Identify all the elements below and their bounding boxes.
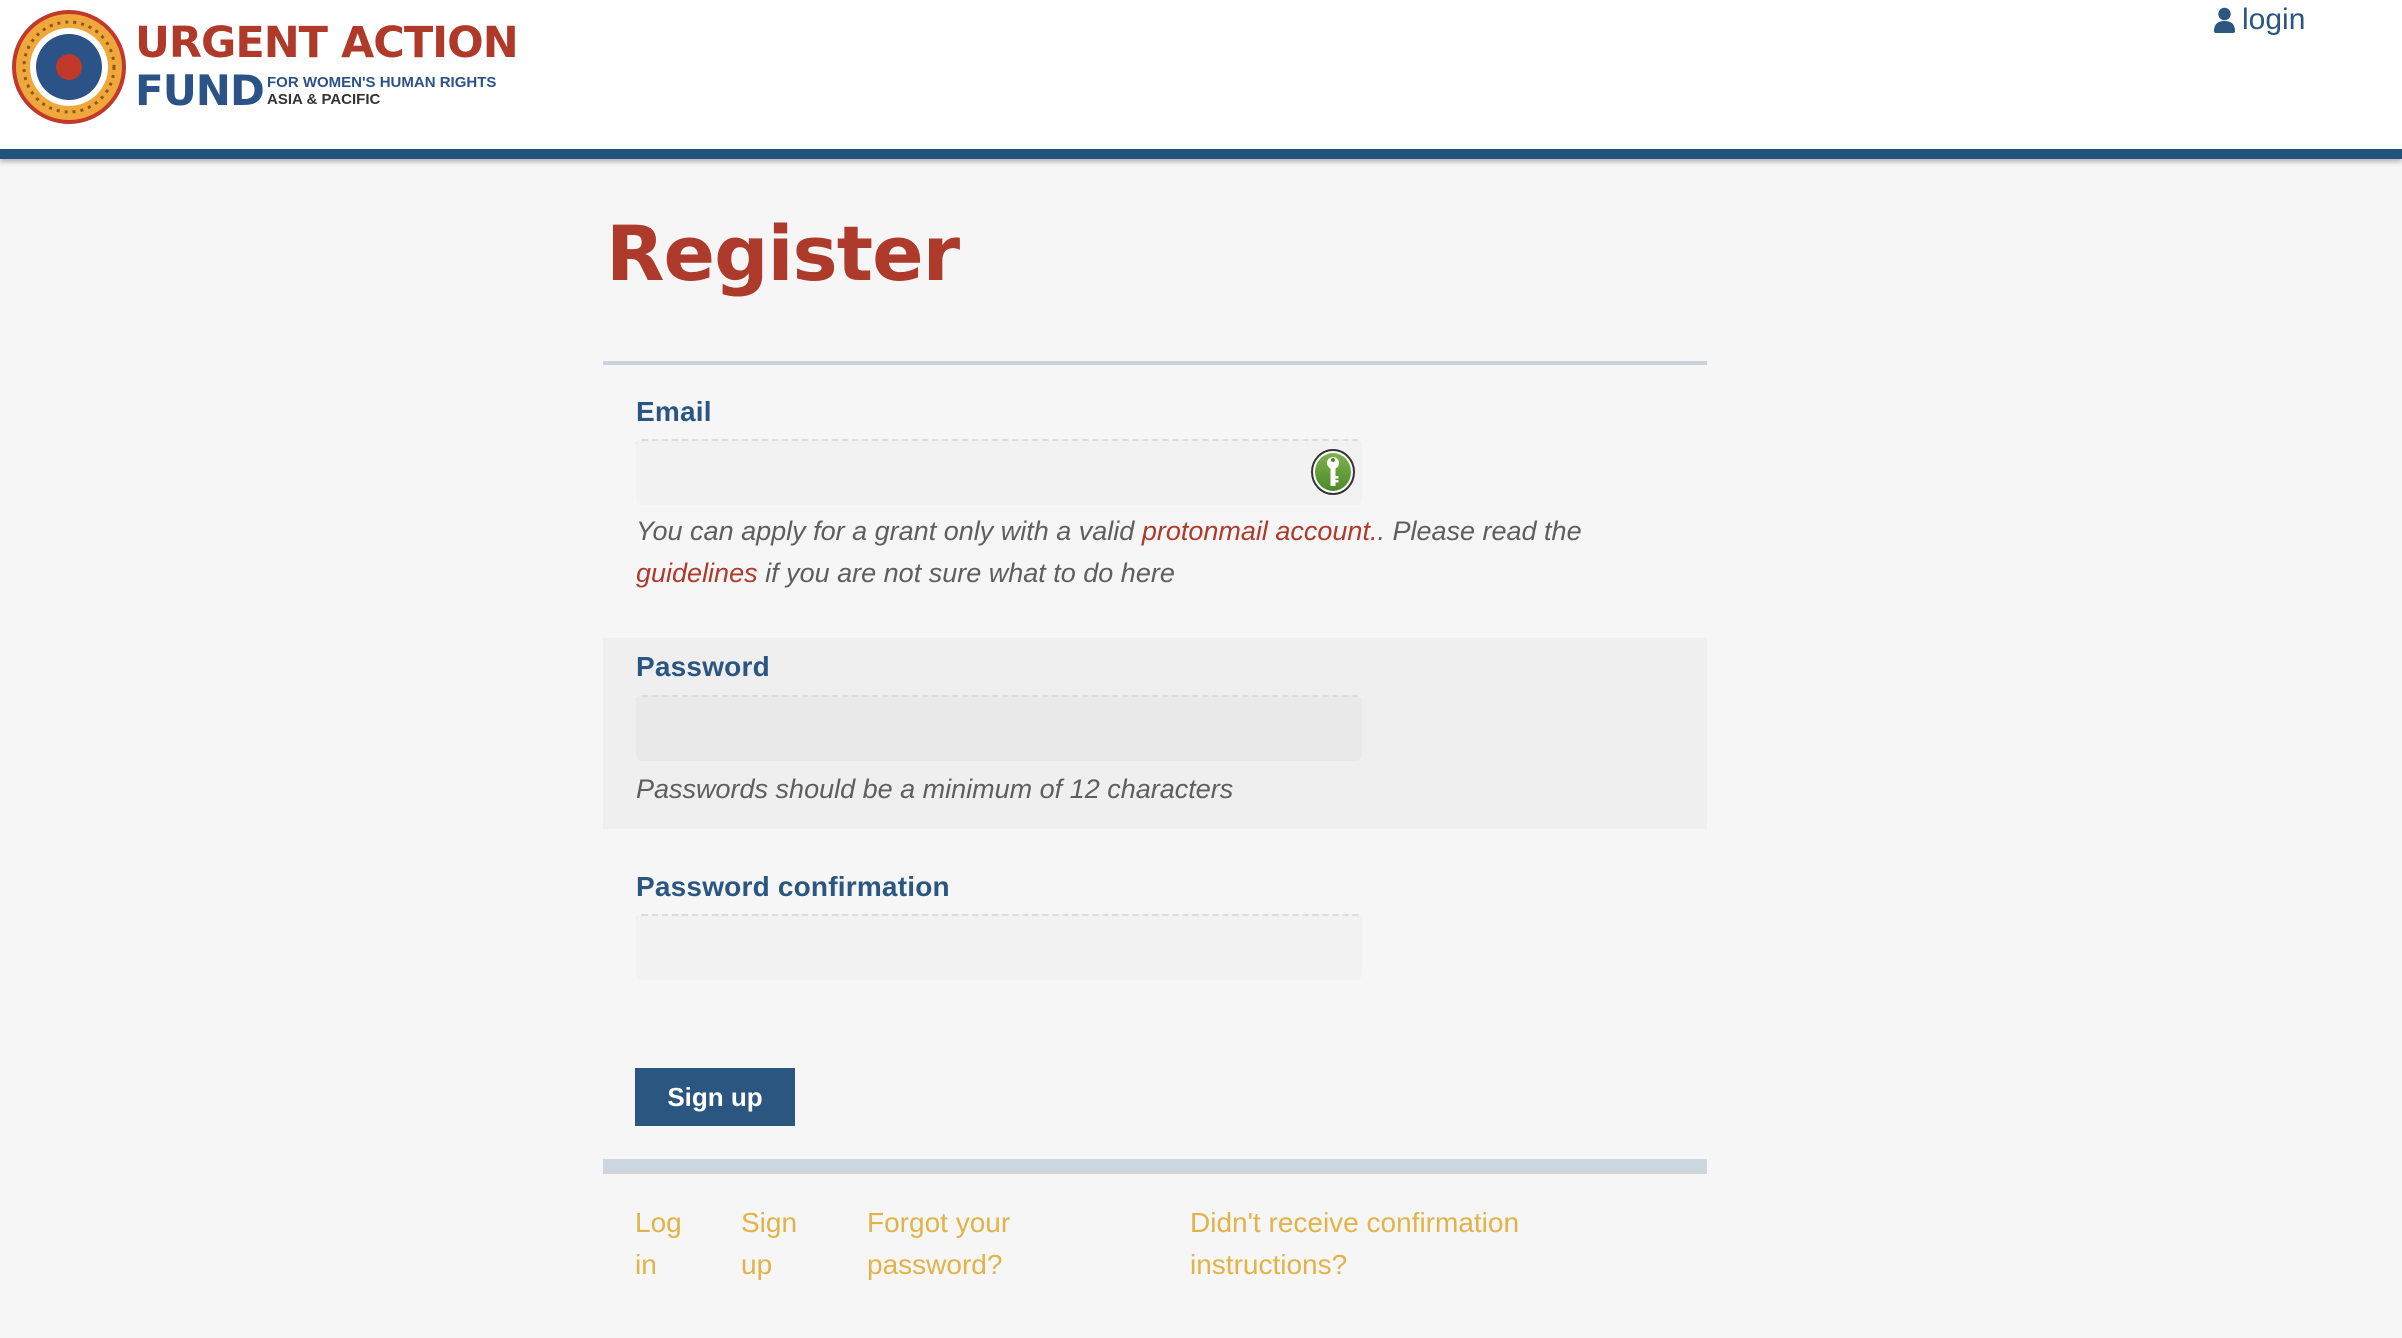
- login-link[interactable]: login: [2214, 2, 2305, 38]
- user-icon: [2214, 7, 2235, 33]
- password-field-group: Password Passwords should be a minimum o…: [603, 638, 1707, 829]
- logo-text-primary: URGENT ACTION: [135, 18, 519, 68]
- footer-link-line1: Log: [635, 1207, 682, 1238]
- email-hint: You can apply for a grant only with a va…: [636, 510, 1716, 594]
- sign-up-button[interactable]: Sign up: [635, 1068, 795, 1126]
- footer-forgot-password-link[interactable]: Forgot your password?: [867, 1202, 1010, 1286]
- title-divider: [603, 361, 1707, 365]
- footer-divider: [603, 1159, 1707, 1174]
- logo-tagline-line1: FOR WOMEN'S HUMAN RIGHTS: [267, 74, 497, 91]
- email-label: Email: [636, 396, 712, 427]
- footer-log-in-link[interactable]: Log in: [635, 1202, 682, 1286]
- password-hint: Passwords should be a minimum of 12 char…: [636, 774, 1234, 804]
- password-label: Password: [636, 651, 770, 682]
- logo-tagline-line2: ASIA & PACIFIC: [267, 91, 381, 108]
- footer-link-line1: Forgot your: [867, 1207, 1011, 1238]
- footer-link-line2: instructions?: [1190, 1249, 1348, 1280]
- page-title: Register: [606, 209, 960, 298]
- login-label: login: [2242, 3, 2306, 36]
- password-confirmation-label: Password confirmation: [636, 871, 950, 902]
- email-field[interactable]: [636, 439, 1362, 505]
- password-field[interactable]: [636, 695, 1362, 761]
- logo-text-secondary: FUND: [135, 66, 265, 115]
- protonmail-account-link[interactable]: protonmail account.: [1142, 516, 1378, 546]
- footer-link-line1: Sign: [741, 1207, 798, 1238]
- logo-tagline: FOR WOMEN'S HUMAN RIGHTS ASIA & PACIFIC: [267, 74, 496, 108]
- password-manager-key-icon[interactable]: [1309, 448, 1357, 496]
- footer-link-line1: Didn't receive confirmation: [1190, 1207, 1520, 1238]
- email-hint-prefix: You can apply for a grant only with a va…: [636, 516, 1142, 546]
- guidelines-link[interactable]: guidelines: [636, 558, 758, 588]
- footer-link-line2: in: [635, 1249, 657, 1280]
- header-accent-bar: [0, 149, 2402, 159]
- email-hint-suffix: if you are not sure what to do here: [757, 558, 1175, 588]
- logo[interactable]: URGENT ACTION FUND FOR WOMEN'S HUMAN RIG…: [10, 8, 519, 126]
- footer-link-line2: password?: [867, 1249, 1003, 1280]
- logo-emblem-icon: [12, 10, 126, 124]
- footer-resend-confirmation-link[interactable]: Didn't receive confirmation instructions…: [1190, 1202, 1519, 1286]
- password-confirmation-field[interactable]: [636, 914, 1362, 980]
- footer-link-line2: up: [741, 1249, 773, 1280]
- site-header: URGENT ACTION FUND FOR WOMEN'S HUMAN RIG…: [0, 0, 2402, 149]
- footer-sign-up-link[interactable]: Sign up: [741, 1202, 797, 1286]
- email-hint-middle: . Please read the: [1377, 516, 1582, 546]
